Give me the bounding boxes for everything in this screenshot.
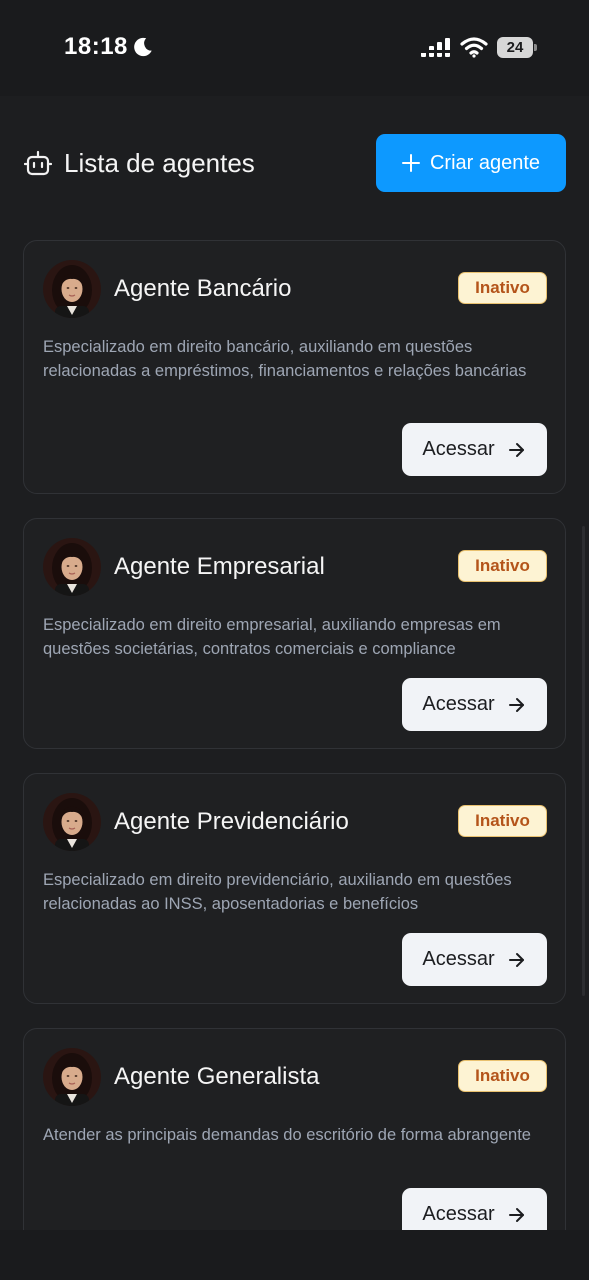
arrow-right-icon [508,1207,524,1222]
arrow-right-icon [508,442,524,457]
battery-level: 24 [497,37,533,58]
agent-name: Agente Previdenciário [114,808,349,835]
avatar [43,260,101,318]
status-time: 18:18 [64,33,128,60]
status-bar: 18:18 24 [0,0,589,96]
agent-description: Especializado em direito empresarial, au… [43,616,501,658]
agent-card: Agente Bancário Inativo Especializado em… [23,240,566,494]
arrow-right-icon [508,952,524,967]
status-badge: Inativo [458,1060,547,1092]
agent-card: Agente Previdenciário Inativo Especializ… [23,773,566,1004]
access-button[interactable]: Acessar [402,1188,547,1230]
access-label: Acessar [422,438,495,460]
agent-description: Atender as principais demandas do escrit… [43,1126,531,1144]
status-badge: Inativo [458,272,547,304]
access-button[interactable]: Acessar [402,423,547,476]
status-badge: Inativo [458,805,547,837]
access-label: Acessar [422,693,495,715]
access-button[interactable]: Acessar [402,678,547,731]
agent-card: Agente Empresarial Inativo Especializado… [23,518,566,749]
moon-icon [134,37,152,57]
agent-name: Agente Generalista [114,1063,320,1090]
status-badge: Inativo [458,550,547,582]
page-header: Lista de agentes Criar agente [24,134,566,192]
access-label: Acessar [422,948,495,970]
create-agent-button[interactable]: Criar agente [376,134,566,192]
access-label: Acessar [422,1203,495,1225]
agent-name: Agente Empresarial [114,553,325,580]
arrow-right-icon [508,697,524,712]
main-content[interactable]: Lista de agentes Criar agente Agente Ban… [0,96,589,1230]
battery-tip [534,44,537,51]
robot-icon [24,150,52,176]
agent-name: Agente Bancário [114,275,292,302]
scrollbar[interactable] [582,526,585,996]
agent-description: Especializado em direito bancário, auxil… [43,338,527,380]
avatar [43,793,101,851]
agent-card: Agente Generalista Inativo Atender as pr… [23,1028,566,1230]
wifi-icon [460,37,488,58]
avatar [43,538,101,596]
agent-description: Especializado em direito previdenciário,… [43,871,512,913]
battery-icon: 24 [497,37,537,58]
bottom-bar [0,1230,589,1280]
plus-icon [401,154,420,172]
avatar [43,1048,101,1106]
page-title: Lista de agentes [64,148,255,178]
access-button[interactable]: Acessar [402,933,547,986]
signal-icon [421,38,450,57]
create-agent-label: Criar agente [429,151,541,174]
